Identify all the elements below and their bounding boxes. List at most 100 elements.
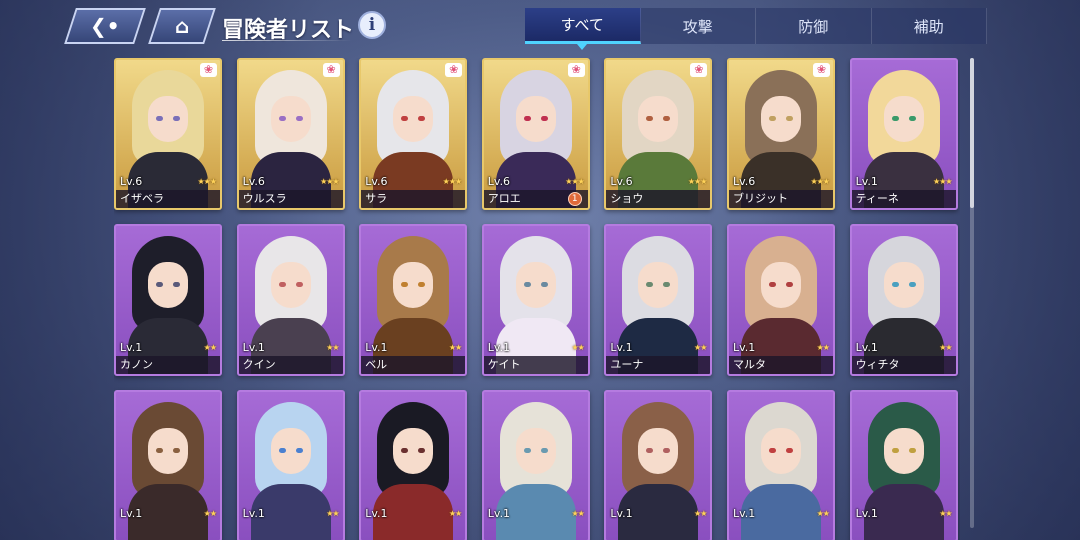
portrait-eye [540,448,548,453]
portrait-face [638,428,679,474]
portrait-eye [418,116,426,121]
star-rating-icon: ★★ [816,343,830,352]
top-bar: ❮• ⌂ 冒険者リスト i すべて 攻撃 防御 補助 [0,0,1080,52]
portrait-eye [785,116,793,121]
star-rating-icon: ★★ [448,343,462,352]
star-rating-icon: ★★★ [687,177,707,186]
back-arrow-icon: ❮• [90,14,120,38]
character-card[interactable]: Lv.1 ★★ [726,390,835,540]
back-button[interactable]: ❮• [64,8,146,44]
tab-defense[interactable]: 防御 [756,8,872,44]
portrait-eye [768,282,776,287]
portrait-face [760,262,801,308]
character-card[interactable]: ❀ Lv.6 ★★★ ブリジット [726,58,835,210]
star-rating-icon: ★★ [326,343,339,352]
portrait-face [270,428,311,474]
scrollbar[interactable] [970,58,974,528]
star-rating-icon: ★★★ [442,177,462,186]
portrait-eye [523,282,531,287]
character-card[interactable]: Lv.1 ★★ マルタ [726,224,835,376]
portrait-eye [540,282,548,287]
portrait-eye [908,282,916,287]
portrait-face [515,262,556,308]
character-card[interactable]: Lv.1 ★★★ ティーネ [849,58,958,210]
star-rating-icon: ★★★ [565,177,584,186]
portrait-eye [295,116,303,121]
portrait-eye [891,282,899,287]
character-card[interactable]: ❀ Lv.6 ★★★ サラ [359,58,468,210]
portrait-eye [156,282,163,287]
tab-all[interactable]: すべて [525,8,641,50]
character-name: ウルスラ [242,192,287,205]
portrait-face [270,96,311,142]
character-card[interactable]: Lv.1 ★★ ケイト [481,224,590,376]
character-level: Lv.1 [732,341,756,354]
portrait-face [148,262,188,308]
character-name: カノン [120,358,153,371]
portrait-eye [278,116,286,121]
paw-icon: ❀ [690,63,708,77]
character-card[interactable]: Lv.1 ★★ [236,390,345,540]
character-card[interactable]: Lv.1 ★★ ベル [359,224,468,376]
character-name: ユーナ [610,358,644,371]
star-rating-icon: ★★ [694,343,707,352]
star-rating-icon: ★★ [571,509,584,518]
character-name: ブリジット [732,192,788,205]
character-level: Lv.1 [365,507,388,520]
portrait-eye [523,116,531,121]
character-card[interactable]: Lv.1 ★★ [114,390,222,540]
portrait-eye [173,448,180,453]
portrait-eye [156,116,163,121]
portrait-eye [418,282,426,287]
character-level: Lv.1 [610,507,633,520]
star-rating-icon: ★★★ [810,177,829,186]
character-card[interactable]: Lv.1 ★★ [849,390,958,540]
character-card[interactable]: ❀ Lv.6 ★★★ ウルスラ [236,58,345,210]
portrait-eye [891,448,899,453]
portrait-face [760,428,801,474]
star-rating-icon: ★★ [939,509,952,518]
character-card[interactable]: Lv.1 ★★ ウィチタ [849,224,958,376]
character-card[interactable]: Lv.1 ★★ クイン [236,224,345,376]
notification-badge: 1 [567,192,582,206]
portrait-eye [156,448,163,453]
character-name: ベル [365,358,388,371]
star-rating-icon: ★★ [203,509,217,518]
portrait-face [393,262,434,308]
home-button[interactable]: ⌂ [148,8,216,44]
star-rating-icon: ★★ [448,509,462,518]
portrait-eye [401,116,409,121]
portrait-eye [173,116,180,121]
character-level: Lv.6 [365,175,388,188]
character-card[interactable]: Lv.1 ★★ [359,390,468,540]
character-card[interactable]: Lv.1 ★★ [604,390,713,540]
paw-icon: ❀ [812,63,830,77]
character-card[interactable]: ❀ Lv.6 ★★★ ショウ [604,58,713,210]
info-button[interactable]: i [358,11,386,39]
star-rating-icon: ★★ [203,343,217,352]
portrait-face [393,96,434,142]
character-level: Lv.1 [365,341,388,354]
character-level: Lv.1 [855,341,878,354]
character-name: ティーネ [855,192,899,205]
portrait-face [148,428,188,474]
portrait-face [760,96,801,142]
character-level: Lv.1 [855,175,878,188]
character-card[interactable]: Lv.1 ★★ ユーナ [604,224,713,376]
character-name: アロエ [487,192,521,205]
character-name: クイン [242,358,276,371]
character-card[interactable]: ❀ Lv.6 ★★★ アロエ 1 [481,58,590,210]
portrait-eye [278,448,286,453]
portrait-eye [768,448,776,453]
character-grid: ❀ Lv.6 ★★★ イザベラ ❀ Lv.6 ★★★ ウルスラ ❀ Lv.6 ★★★ サラ ❀ Lv.6 ★… [114,58,960,540]
character-card[interactable]: Lv.1 ★★ カノン [114,224,222,376]
portrait-face [883,428,924,474]
paw-icon: ❀ [200,63,217,77]
character-card[interactable]: ❀ Lv.6 ★★★ イザベラ [114,58,222,210]
tab-support[interactable]: 補助 [871,8,987,44]
tab-attack[interactable]: 攻撃 [640,8,756,44]
scrollbar-thumb[interactable] [970,58,974,208]
character-card[interactable]: Lv.1 ★★ [481,390,590,540]
portrait-eye [891,116,899,121]
character-level: Lv.6 [120,175,143,188]
